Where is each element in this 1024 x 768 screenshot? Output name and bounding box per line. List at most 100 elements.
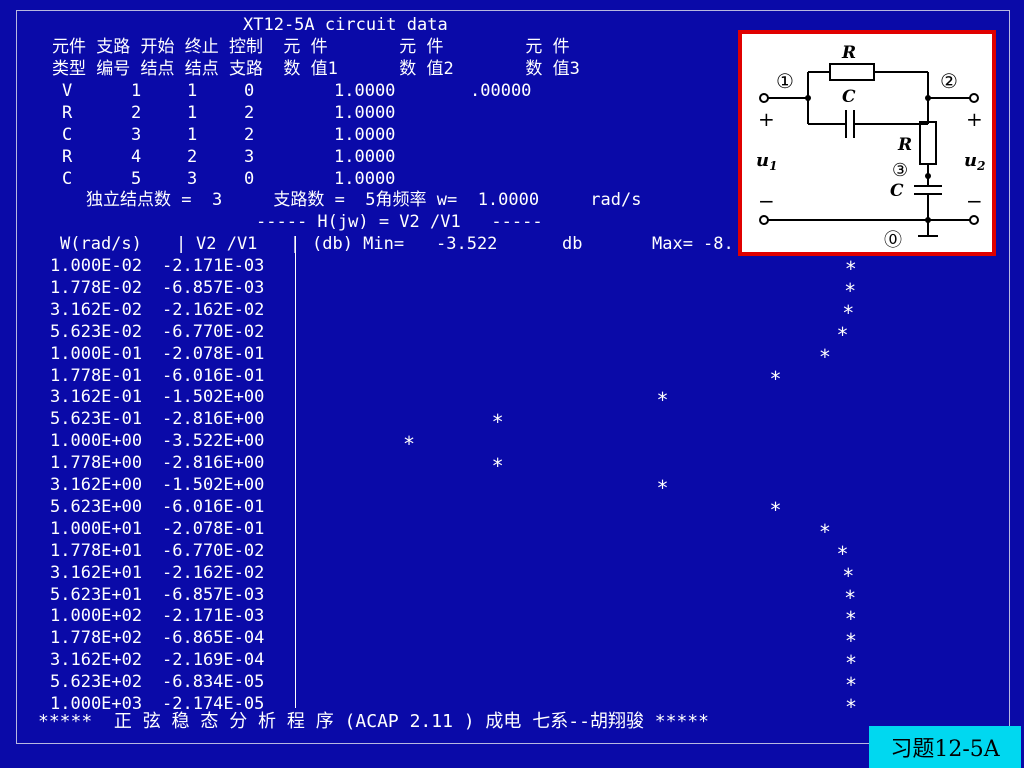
w-column-label: W(rad/s) — [60, 234, 142, 254]
plot-point: * — [403, 432, 416, 457]
plot-point: * — [844, 257, 857, 281]
element-branch: 5 — [131, 169, 142, 189]
element-from: 1 — [187, 103, 198, 123]
element-to: 2 — [244, 103, 255, 123]
element-value1: 1.0000 — [334, 103, 396, 123]
plot-point: * — [844, 629, 857, 654]
element-from: 1 — [187, 125, 198, 145]
u1-label: u1 — [756, 150, 777, 173]
element-type: R — [62, 103, 73, 123]
plot-point: * — [844, 278, 857, 303]
table-row-w: 3.162E+02 — [50, 650, 143, 671]
table-row-w: 5.623E+01 — [50, 584, 143, 605]
plot-point: * — [818, 519, 831, 544]
plot-point: * — [769, 366, 782, 391]
table-row-w: 3.162E-02 — [50, 299, 143, 320]
plot-point: * — [842, 563, 855, 588]
label-C-top: C — [842, 87, 856, 107]
table-row-w: 1.778E-01 — [50, 365, 143, 386]
element-to: 0 — [244, 81, 255, 101]
element-value1: 1.0000 — [334, 125, 396, 145]
plot-point: * — [491, 410, 504, 435]
ratio-column-label: V2 /V1 — [196, 234, 258, 254]
plot-point: * — [769, 497, 782, 522]
table-row-ratio: -2.171E-03 — [162, 256, 265, 276]
element-from: 2 — [187, 147, 198, 167]
plot-point: * — [836, 541, 849, 566]
table-row-ratio: -6.865E-04 — [162, 628, 265, 649]
table-row-ratio: -1.502E+00 — [162, 475, 265, 495]
plot-point: * — [844, 651, 858, 676]
db-min-value: -3.522 — [436, 234, 498, 254]
function-line: ----- H(jw) = V2 /V1 ----- — [256, 212, 543, 232]
element-type: C — [62, 169, 73, 189]
db-max-label: Max= — [652, 234, 693, 254]
table-row-ratio: -2.078E-01 — [162, 343, 265, 364]
element-to: 0 — [244, 169, 255, 189]
plot-point: * — [842, 300, 855, 325]
table-row-w: 3.162E+00 — [50, 475, 143, 495]
table-row-w: 5.623E-02 — [50, 321, 143, 342]
table-row-ratio: -2.171E-03 — [162, 606, 265, 627]
table-row-ratio: -3.522E+00 — [162, 431, 265, 452]
element-type: C — [62, 125, 73, 145]
plot-point: * — [844, 585, 857, 610]
plot-axis-line — [295, 236, 296, 708]
node-3-label: ③ — [892, 160, 908, 181]
table-row-w: 1.778E+01 — [50, 540, 143, 561]
element-value1: 1.0000 — [334, 169, 396, 189]
header-separator: | — [176, 234, 187, 254]
table-row-ratio: -2.816E+00 — [162, 409, 265, 430]
column-header-row2: 类型 编号 结点 结点 支路 数 值1 数 值2 数 值3 — [52, 59, 580, 79]
exercise-badge: 习题12-5A — [869, 726, 1021, 768]
table-row-w: 1.000E+01 — [50, 518, 143, 539]
minus-left: − — [758, 189, 775, 213]
element-value1: 1.0000 — [334, 81, 396, 101]
db-unit: db — [562, 234, 583, 254]
plus-left: + — [758, 107, 775, 131]
plot-point: * — [818, 344, 831, 369]
footer-line: ***** 正 弦 稳 态 分 析 程 序 (ACAP 2.11 ) 成电 七系… — [38, 711, 709, 732]
table-row-w: 1.778E-02 — [50, 277, 143, 298]
table-row-ratio: -2.816E+00 — [162, 453, 265, 474]
node-0-label: ⓪ — [884, 230, 902, 251]
table-row-ratio: -6.770E-02 — [162, 321, 265, 342]
element-value2: .00000 — [470, 81, 532, 101]
node-2-label: ② — [940, 69, 958, 93]
table-row-ratio: -2.169E-04 — [162, 650, 265, 671]
table-row-ratio: -2.162E-02 — [162, 299, 265, 320]
table-row-w: 1.000E-02 — [50, 256, 143, 276]
db-max-value: -8. — [703, 234, 734, 254]
plot-point: * — [844, 673, 858, 698]
table-row-w: 3.162E-01 — [50, 387, 143, 408]
summary-line: 独立结点数 = 3 支路数 = 5角频率 w= 1.0000 rad/s — [86, 190, 642, 210]
plot-point: * — [656, 388, 669, 413]
element-from: 3 — [187, 169, 198, 189]
plot-point: * — [844, 695, 858, 719]
element-branch: 1 — [131, 81, 142, 101]
plot-point: * — [656, 476, 669, 500]
circuit-title: XT12-5A circuit data — [243, 15, 448, 35]
plot-point: * — [491, 454, 504, 479]
label-C-shunt: C — [890, 181, 904, 201]
element-to: 3 — [244, 147, 255, 167]
element-branch: 4 — [131, 147, 142, 167]
table-row-w: 3.162E+01 — [50, 562, 143, 583]
circuit-diagram: R C R C ① ② ③ ⓪ u1 u2 + + − − — [738, 30, 996, 256]
table-row-ratio: -6.016E-01 — [162, 496, 265, 517]
element-type: V — [62, 81, 73, 101]
db-min-label: (db) Min= — [312, 234, 405, 254]
table-row-w: 5.623E-01 — [50, 409, 143, 430]
column-header-row1: 元件 支路 开始 终止 控制 元 件 元 件 元 件 — [52, 37, 570, 57]
table-row-ratio: -6.857E-03 — [162, 277, 265, 298]
plot-point: * — [844, 607, 857, 632]
u2-label: u2 — [964, 150, 985, 173]
label-R-shunt: R — [897, 135, 912, 155]
node-1-label: ① — [776, 69, 794, 93]
table-row-w: 5.623E+00 — [50, 496, 143, 517]
table-row-ratio: -6.770E-02 — [162, 540, 265, 561]
element-from: 1 — [187, 81, 198, 101]
table-row-ratio: -6.834E-05 — [162, 672, 265, 693]
label-R-top: R — [841, 43, 856, 63]
plot-point: * — [836, 322, 849, 347]
